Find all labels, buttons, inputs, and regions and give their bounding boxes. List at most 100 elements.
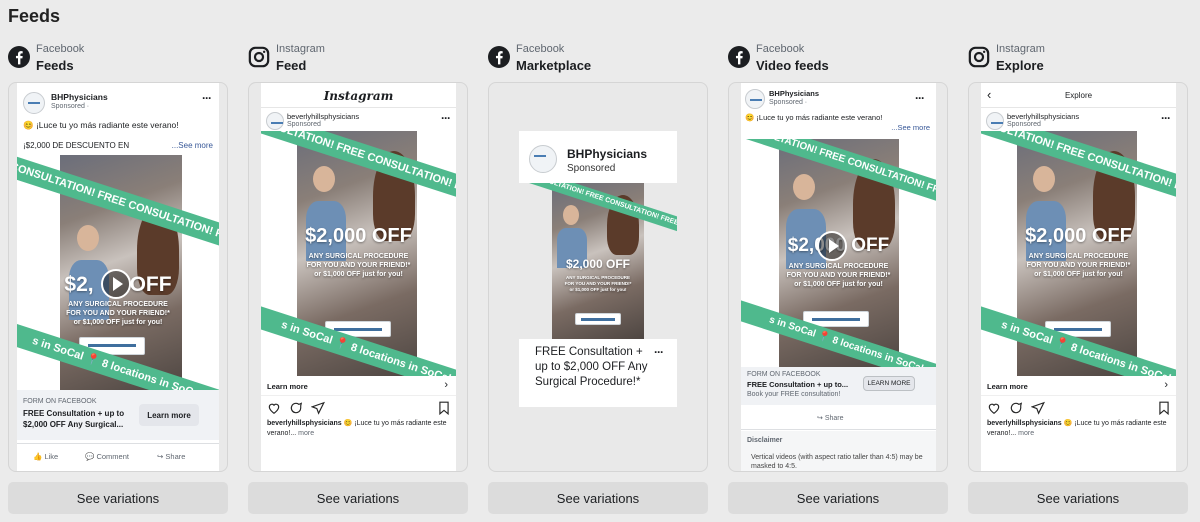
post-caption: beverlyhillsphysicians 😊 ¡Luce tu yo más… xyxy=(267,420,447,437)
send-icon[interactable] xyxy=(1031,401,1045,415)
sponsored-label: Sponsored · xyxy=(51,103,90,110)
share-button[interactable]: ↪ Share xyxy=(741,408,936,430)
post-headline: 😊 ¡Luce tu yo más radiante este verano! xyxy=(23,120,179,130)
post-caption: beverlyhillsphysicians 😊 ¡Luce tu yo más… xyxy=(987,420,1167,437)
ad-video[interactable]: CONSULTATION! FREE CONSULTATION! FREE $2… xyxy=(17,155,219,390)
section-heading: Feeds xyxy=(8,6,61,26)
see-variations-button[interactable]: See variations xyxy=(968,482,1188,514)
learn-more-button[interactable]: LEARN MORE xyxy=(863,376,915,391)
heart-icon[interactable] xyxy=(267,401,281,415)
ad-preview-frame[interactable]: ‹ Explore beverlyhillsphysicians Sponsor… xyxy=(968,82,1188,472)
video-feed-card: BHPhysicians Sponsored · ··· 😊 ¡Luce tu … xyxy=(741,83,936,471)
see-variations-button[interactable]: See variations xyxy=(248,482,468,514)
comment-button[interactable]: 💬 Comment xyxy=(85,452,129,461)
more-options-icon[interactable]: ··· xyxy=(654,345,664,359)
send-icon[interactable] xyxy=(311,401,325,415)
marketplace-title[interactable]: FREE Consultation + up to $2,000 OFF Any… xyxy=(535,345,651,390)
form-title: FREE Consultation + up to... xyxy=(747,380,849,389)
post-discount-line: ¡$2,000 DE DESCUENTO EN xyxy=(23,141,130,150)
advertiser-logo xyxy=(529,145,557,173)
placement-header: Instagram Feed xyxy=(248,42,468,74)
form-cta-area: FORM ON FACEBOOK FREE Consultation + up … xyxy=(741,367,936,405)
share-icon: ↪ xyxy=(817,415,823,422)
platform-name: Instagram xyxy=(276,43,325,55)
see-variations-button[interactable]: See variations xyxy=(488,482,708,514)
post-action-bar: 👍 Like 💬 Comment ↪ Share xyxy=(17,443,219,471)
see-more-link[interactable]: ...See more xyxy=(172,141,213,150)
marketplace-card: BHPhysicians Sponsored CONSULTATION! FRE… xyxy=(519,131,677,407)
more-options-icon[interactable]: ··· xyxy=(915,91,925,105)
ad-preview-frame[interactable]: BHPhysicians Sponsored · ··· 😊 ¡Luce tu … xyxy=(728,82,948,472)
placement-header: Instagram Explore xyxy=(968,42,1188,74)
offer-headline: $2,000 OFF xyxy=(305,225,412,247)
placement-name: Feeds xyxy=(36,58,74,73)
comment-icon[interactable] xyxy=(1009,401,1023,415)
placement-header: Facebook Feeds xyxy=(8,42,228,74)
post-headline: 😊 ¡Luce tu yo más radiante este verano! xyxy=(745,113,883,122)
share-button[interactable]: ↪ Share xyxy=(157,452,185,461)
platform-name: Instagram xyxy=(996,43,1045,55)
chevron-right-icon: › xyxy=(444,379,448,391)
placement-header: Facebook Video feeds xyxy=(728,42,948,74)
instagram-logo: Instagram xyxy=(323,89,394,103)
share-icon: ↪ xyxy=(157,452,164,461)
disclaimer-box: Disclaimer Vertical videos (with aspect … xyxy=(741,431,936,471)
facebook-icon xyxy=(488,46,510,68)
ad-preview-frame[interactable]: Instagram beverlyhillsphysicians Sponsor… xyxy=(248,82,468,472)
ad-video[interactable]: CONSULTATION! FREE CONSULTATION! FREE $2… xyxy=(741,139,936,367)
instagram-post-card: Instagram beverlyhillsphysicians Sponsor… xyxy=(261,83,456,471)
placement-header: Facebook Marketplace xyxy=(488,42,708,74)
see-variations-button[interactable]: See variations xyxy=(728,482,948,514)
learn-more-button[interactable]: Learn more xyxy=(139,404,199,426)
offer-headline: $2,000 OFF xyxy=(1025,225,1132,247)
placement-facebook-video-feeds: Facebook Video feeds BHPhysicians Sponso… xyxy=(728,40,948,518)
advertiser-handle[interactable]: beverlyhillsphysicians xyxy=(287,112,359,121)
facebook-post-card: BHPhysicians Sponsored · ··· 😊 ¡Luce tu … xyxy=(17,83,219,471)
platform-name: Facebook xyxy=(516,43,565,55)
instagram-explore-card: ‹ Explore beverlyhillsphysicians Sponsor… xyxy=(981,83,1176,471)
form-title: FREE Consultation + up to $2,000 OFF Any… xyxy=(23,409,125,429)
ad-video[interactable]: CONSULTATION! FREE CONSULTATION! FREE $2… xyxy=(981,131,1176,376)
play-icon[interactable] xyxy=(101,269,131,299)
ad-video[interactable]: CONSULTATION! FREE CONSULTATION! FREE $2… xyxy=(519,183,677,339)
placement-instagram-explore: Instagram Explore ‹ Explore beverlyhills… xyxy=(968,40,1188,518)
advertiser-handle[interactable]: beverlyhillsphysicians xyxy=(1007,112,1079,121)
placement-name: Explore xyxy=(996,58,1044,73)
form-cta-area: FORM ON FACEBOOK FREE Consultation + up … xyxy=(17,390,219,440)
sponsored-label: Sponsored xyxy=(1007,121,1041,128)
advertiser-name[interactable]: BHPhysicians xyxy=(769,89,819,98)
placement-name: Marketplace xyxy=(516,58,592,73)
bookmark-icon[interactable] xyxy=(438,401,450,415)
learn-more-row[interactable]: Learn more › xyxy=(261,376,456,396)
see-variations-button[interactable]: See variations xyxy=(8,482,228,514)
play-icon[interactable] xyxy=(817,231,847,261)
bookmark-icon[interactable] xyxy=(1158,401,1170,415)
like-button[interactable]: 👍 Like xyxy=(33,452,58,461)
comment-icon[interactable] xyxy=(289,401,303,415)
learn-more-row[interactable]: Learn more › xyxy=(981,376,1176,396)
advertiser-logo xyxy=(745,89,765,109)
comment-icon: 💬 xyxy=(85,452,95,461)
ad-video[interactable]: CONSULTATION! FREE CONSULTATION! FREE $2… xyxy=(261,131,456,376)
placement-facebook-marketplace: Facebook Marketplace BHPhysicians Sponso… xyxy=(488,40,708,518)
heart-icon[interactable] xyxy=(987,401,1001,415)
placement-instagram-feed: Instagram Feed Instagram beverlyhillsphy… xyxy=(248,40,468,518)
advertiser-name[interactable]: BHPhysicians xyxy=(51,92,108,102)
chevron-right-icon: › xyxy=(1164,379,1168,391)
more-options-icon[interactable]: ··· xyxy=(202,91,212,105)
more-options-icon[interactable]: ··· xyxy=(441,111,451,125)
facebook-icon xyxy=(728,46,750,68)
ad-preview-frame[interactable]: BHPhysicians Sponsored CONSULTATION! FRE… xyxy=(488,82,708,472)
ad-preview-frame[interactable]: BHPhysicians Sponsored · ··· 😊 ¡Luce tu … xyxy=(8,82,228,472)
like-icon: 👍 xyxy=(33,452,43,461)
platform-name: Facebook xyxy=(756,43,805,55)
more-options-icon[interactable]: ··· xyxy=(1161,111,1171,125)
advertiser-name[interactable]: BHPhysicians xyxy=(567,147,647,161)
explore-title: Explore xyxy=(1064,91,1093,100)
see-more-link[interactable]: ...See more xyxy=(891,123,930,132)
advertiser-logo xyxy=(23,92,45,114)
sponsored-label: Sponsored · xyxy=(769,99,808,106)
feeds-preview-page: Feeds Facebook Feeds BHPhysicians Sponso… xyxy=(0,0,1200,522)
placement-name: Feed xyxy=(276,58,307,73)
placement-facebook-feeds: Facebook Feeds BHPhysicians Sponsored · … xyxy=(8,40,228,518)
